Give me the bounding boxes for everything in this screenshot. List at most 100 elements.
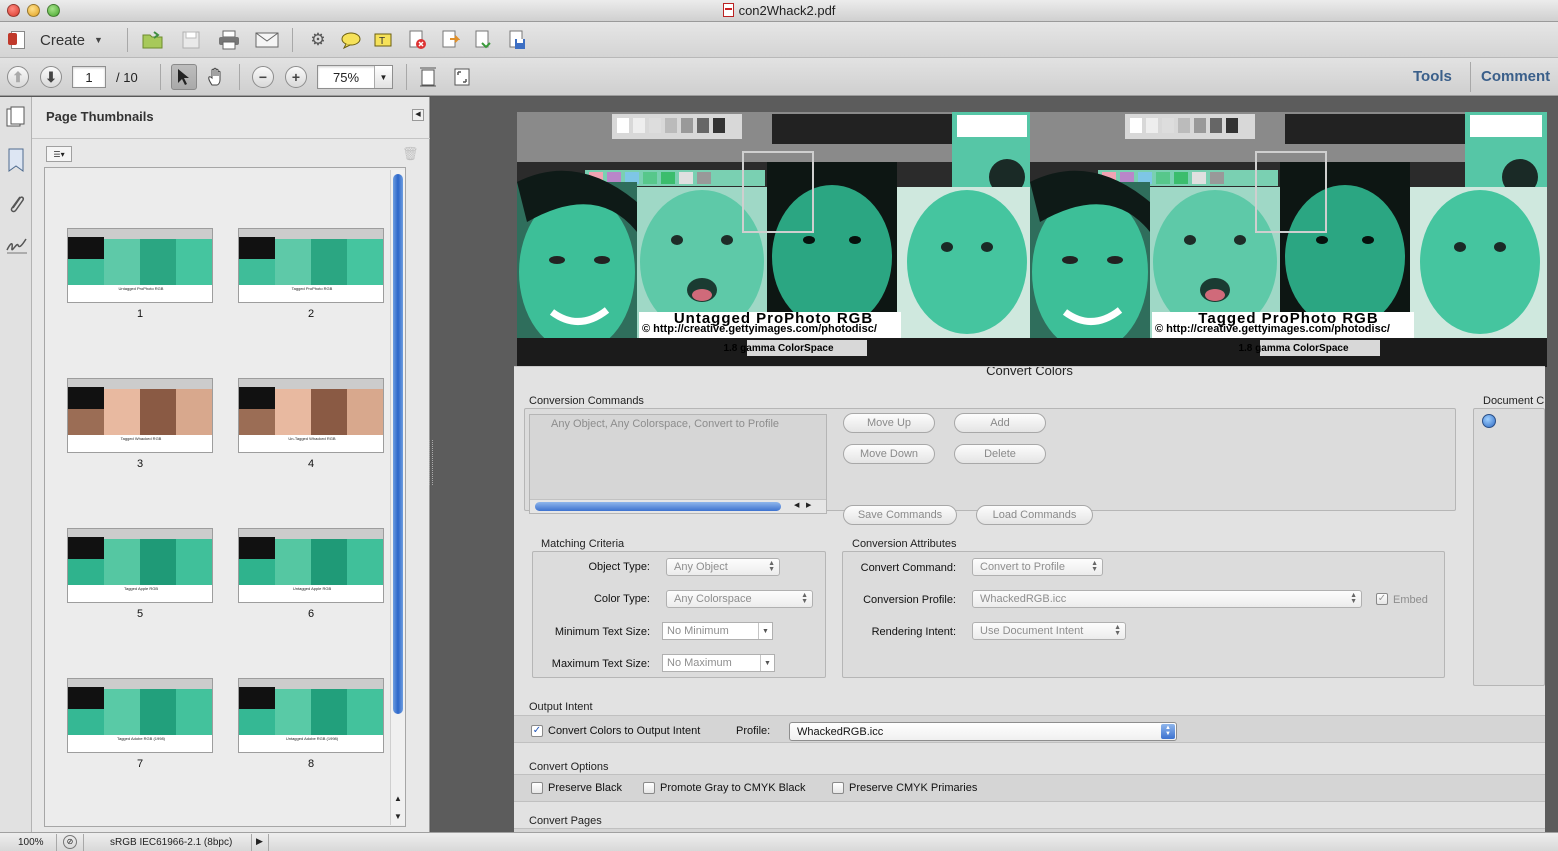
navigation-pane-strip: [0, 97, 32, 832]
convert-to-output-intent-checkbox[interactable]: ✓: [531, 725, 543, 737]
next-page-icon[interactable]: ⬇: [40, 66, 62, 88]
comment-bubble-icon[interactable]: [339, 28, 363, 52]
chevron-down-icon: ▼: [374, 66, 392, 88]
highlight-text-icon[interactable]: T: [372, 28, 396, 52]
conversion-profile-label: Conversion Profile:: [863, 594, 956, 606]
page-thumbnail[interactable]: Untagged ProPhoto RGB: [67, 228, 213, 303]
delete-button[interactable]: Delete: [954, 444, 1046, 464]
attachments-icon[interactable]: [6, 192, 26, 219]
move-down-button[interactable]: Move Down: [843, 444, 935, 464]
page-thumbnail[interactable]: Untagged Apple RGB: [238, 528, 384, 603]
page-thumbnail[interactable]: Tagged Apple RGB: [67, 528, 213, 603]
zoom-in-icon[interactable]: +: [285, 66, 307, 88]
preserve-cmyk-label: Preserve CMYK Primaries: [849, 782, 978, 794]
print-icon[interactable]: [217, 28, 241, 52]
scroll-up-icon[interactable]: ▲: [394, 794, 402, 803]
scrollbar-thumb[interactable]: [535, 502, 781, 511]
maximum-text-size-value: No Maximum: [667, 657, 732, 669]
fit-page-icon[interactable]: [416, 65, 440, 89]
promote-gray-checkbox[interactable]: [643, 782, 655, 794]
document-colors-disclosure-icon[interactable]: [1482, 414, 1496, 428]
page-number-input[interactable]: 1: [72, 66, 106, 88]
preserve-cmyk-checkbox[interactable]: [832, 782, 844, 794]
up-down-arrows-icon: ▲ ▼: [1091, 560, 1098, 573]
right-image-gamma: 1.8 gamma ColorSpace: [1238, 343, 1349, 354]
hand-tool-icon[interactable]: [205, 65, 229, 89]
output-profile-select[interactable]: WhackedRGB.icc ▲ ▼: [789, 722, 1177, 741]
convert-command-select[interactable]: Convert to Profile ▲ ▼: [972, 558, 1103, 576]
add-button[interactable]: Add: [954, 413, 1046, 433]
zoom-level-select[interactable]: 75% ▼: [317, 65, 393, 89]
scroll-left-icon[interactable]: ◀: [794, 501, 799, 509]
up-down-arrows-icon: ▲ ▼: [801, 592, 808, 605]
commands-list-item[interactable]: Any Object, Any Colorspace, Convert to P…: [551, 418, 779, 430]
delete-document-icon[interactable]: [405, 28, 429, 52]
object-type-select[interactable]: Any Object ▲ ▼: [666, 558, 780, 576]
page-thumbnail[interactable]: Tagged Adobe RGB (1998): [67, 678, 213, 753]
save-icon[interactable]: [179, 28, 203, 52]
save-commands-button[interactable]: Save Commands: [843, 505, 957, 525]
thumbnail-caption: Untagged Adobe RGB (1998): [239, 735, 383, 752]
thumbnail-page-number: 1: [136, 308, 144, 320]
save-as-document-icon[interactable]: [505, 28, 529, 52]
panel-resize-handle[interactable]: [429, 440, 433, 485]
comment-tab[interactable]: Comment: [1481, 68, 1550, 85]
pdf-page-image: Untagged ProPhoto RGB © http://creative.…: [517, 112, 1547, 367]
output-intent-label: Output Intent: [529, 701, 593, 713]
create-label: Create: [40, 31, 86, 49]
rendering-intent-label: Rendering Intent:: [871, 626, 956, 638]
convert-colors-dialog: Convert Colors Conversion Commands Any O…: [514, 366, 1545, 851]
zoom-out-icon[interactable]: −: [252, 66, 274, 88]
main-toolbar: Create ▼ ⚙ T: [0, 22, 1558, 58]
conversion-profile-select[interactable]: WhackedRGB.icc ▲ ▼: [972, 590, 1362, 608]
color-type-select[interactable]: Any Colorspace ▲ ▼: [666, 590, 813, 608]
preserve-black-checkbox[interactable]: [531, 782, 543, 794]
thumbnail-scrollbar[interactable]: ▲ ▼: [390, 170, 405, 825]
minimum-text-size-value: No Minimum: [667, 625, 729, 637]
window-title: con2Whack2.pdf: [0, 3, 1558, 18]
move-up-button[interactable]: Move Up: [843, 413, 935, 433]
scrollbar-thumb[interactable]: [393, 174, 403, 714]
signatures-icon[interactable]: [6, 235, 28, 258]
page-thumbnail[interactable]: Un-Tagged Whacked RGB: [238, 378, 384, 453]
tools-tab[interactable]: Tools: [1413, 68, 1452, 85]
minimum-text-size-combo[interactable]: No Minimum ▼: [662, 622, 773, 640]
create-button[interactable]: Create ▼: [8, 29, 103, 51]
matching-criteria-label: Matching Criteria: [541, 538, 625, 550]
page-thumbnail[interactable]: Tagged Whacked RGB: [67, 378, 213, 453]
thumbnail-page-number: 6: [307, 608, 315, 620]
import-document-icon[interactable]: [471, 28, 495, 52]
full-screen-icon[interactable]: [450, 65, 474, 89]
scroll-right-icon[interactable]: ▶: [806, 501, 811, 509]
status-expand-icon[interactable]: ▶: [256, 836, 263, 847]
page-thumbnail[interactable]: Untagged Adobe RGB (1998): [238, 678, 384, 753]
load-commands-button[interactable]: Load Commands: [976, 505, 1093, 525]
select-tool-icon[interactable]: [171, 64, 197, 90]
thumbnail-options-icon[interactable]: ☰▾: [46, 146, 72, 162]
color-profile-icon[interactable]: ⊘: [63, 835, 77, 849]
right-image-url: © http://creative.gettyimages.com/photod…: [1155, 323, 1390, 335]
commands-horizontal-scrollbar[interactable]: ◀ ▶: [530, 499, 826, 513]
object-type-label: Object Type:: [588, 561, 650, 573]
maximum-text-size-combo[interactable]: No Maximum ▼: [662, 654, 775, 672]
status-profile: sRGB IEC61966-2.1 (8bpc): [110, 837, 233, 848]
export-document-icon[interactable]: [438, 28, 462, 52]
up-down-arrows-icon: ▲ ▼: [768, 560, 775, 573]
title-bar: con2Whack2.pdf: [0, 0, 1558, 22]
rendering-intent-select[interactable]: Use Document Intent ▲ ▼: [972, 622, 1126, 640]
page-thumbnail[interactable]: Tagged ProPhoto RGB: [238, 228, 384, 303]
scroll-down-icon[interactable]: ▼: [394, 812, 402, 821]
collapse-panel-icon[interactable]: ◀: [412, 109, 424, 121]
window-title-text: con2Whack2.pdf: [738, 3, 836, 18]
email-icon[interactable]: [255, 28, 279, 52]
open-folder-icon[interactable]: [141, 28, 165, 52]
zoom-level-value: 75%: [333, 69, 360, 85]
embed-checkbox[interactable]: ✓: [1376, 593, 1388, 605]
bookmarks-icon[interactable]: [6, 148, 26, 175]
previous-page-icon[interactable]: ⬆: [7, 66, 29, 88]
settings-gear-icon[interactable]: ⚙: [306, 28, 330, 52]
convert-command-label: Convert Command:: [860, 562, 956, 574]
trash-icon[interactable]: 🗑: [402, 146, 419, 162]
page-thumbnails-icon[interactable]: [6, 106, 26, 131]
commands-list[interactable]: Any Object, Any Colorspace, Convert to P…: [529, 414, 827, 514]
